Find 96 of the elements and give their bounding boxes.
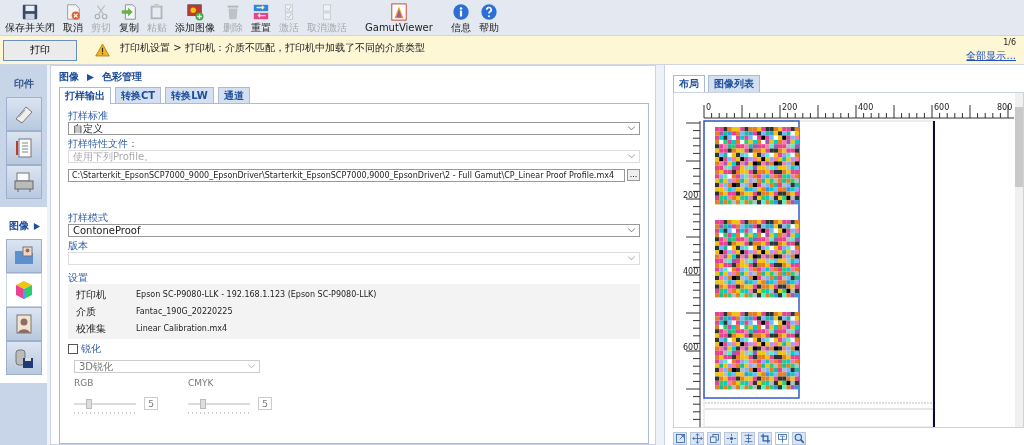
sidebar-button[interactable] xyxy=(6,341,42,375)
browse-button[interactable]: ... xyxy=(627,169,640,181)
tab[interactable]: 打样输出 xyxy=(59,87,111,104)
proof-standard-dropdown[interactable]: 自定义 xyxy=(68,122,640,135)
warning-icon xyxy=(95,43,110,57)
profile-path-field[interactable]: C:\Starterkit_EpsonSCP7000_9000_EpsonDriver\Starterkit_EpsonSCP7000,9000_EpsonDriver\2 - Full Gamut\CP_Linear Proof Profile.mx4 xyxy=(68,169,625,182)
zoom-icon xyxy=(793,433,805,444)
toolbar-button[interactable]: 重置 xyxy=(248,1,274,34)
breadcrumb-arrow-icon xyxy=(87,73,94,81)
checkbox-label[interactable]: 锐化 xyxy=(81,342,101,356)
save-disk-icon xyxy=(13,347,35,369)
color-cube-icon xyxy=(13,279,35,301)
setting-name: 介质 xyxy=(76,304,97,319)
toolbar-button[interactable]: 添加图像 xyxy=(172,1,218,34)
folder-photo-icon xyxy=(13,245,35,267)
gamut-chart-icon xyxy=(389,2,408,21)
tool-button[interactable] xyxy=(707,432,721,445)
slider-label: CMYK xyxy=(188,378,215,388)
sidebar-button[interactable] xyxy=(6,307,42,341)
setting-name: 打印机 xyxy=(76,287,107,302)
ruler-label: 0 xyxy=(706,103,712,112)
tool-button[interactable] xyxy=(741,432,755,445)
slider-value-field[interactable]: 5 xyxy=(258,397,272,410)
setting-value: Fantac_190G_20220225 xyxy=(136,307,233,316)
slider-value-field[interactable]: 5 xyxy=(144,397,158,410)
printer-icon xyxy=(13,171,35,193)
toolbar-button[interactable]: GamutViewer xyxy=(362,1,436,34)
scrollbar[interactable] xyxy=(1015,93,1023,427)
move-icon xyxy=(691,433,703,444)
breadcrumb-item[interactable]: 色彩管理 xyxy=(102,70,142,84)
breadcrumb-item[interactable]: 图像 xyxy=(59,70,79,84)
tab[interactable]: 转换LW xyxy=(165,87,214,103)
checkbox[interactable] xyxy=(68,344,78,354)
copy-frames-icon xyxy=(708,433,720,444)
proof-mode-dropdown[interactable]: ContoneProof xyxy=(68,224,640,237)
field-label: 打样模式 xyxy=(68,212,109,224)
field-label: 打样特性文件： xyxy=(68,138,139,150)
sidebar-button[interactable] xyxy=(6,131,42,165)
chevron-down-icon xyxy=(628,228,635,233)
ruler-label: 200 xyxy=(683,191,699,200)
ruler-label: 400 xyxy=(683,267,699,276)
add-image-icon xyxy=(186,2,204,21)
slider-thumb[interactable] xyxy=(85,398,92,409)
arrows-icon xyxy=(252,2,270,21)
chevron-down-icon xyxy=(628,126,635,131)
field-label: 打样标准 xyxy=(68,110,109,122)
tool-button[interactable] xyxy=(758,432,772,445)
toolbar-button[interactable]: 复制 xyxy=(116,1,142,34)
print-button[interactable]: 打印 xyxy=(3,39,77,61)
tool-button[interactable] xyxy=(724,432,738,445)
page-counter: 1/6 xyxy=(1003,37,1016,47)
sidebar-section-title[interactable]: 印件 xyxy=(14,77,34,91)
cancel-document-icon xyxy=(64,2,82,21)
ruler-label: 600 xyxy=(934,103,950,112)
warning-message: 打印机设置 > 打印机：介质不匹配，打印机中加载了不同的介质类型 xyxy=(120,41,425,55)
page-list-icon xyxy=(13,137,35,159)
tab[interactable]: 布局 xyxy=(673,75,705,92)
setting-name: 校准集 xyxy=(76,321,107,336)
tool-button[interactable] xyxy=(690,432,704,445)
info-icon xyxy=(451,2,470,21)
text-frame-icon xyxy=(776,433,788,444)
tab[interactable]: 图像列表 xyxy=(708,75,760,92)
portrait-icon xyxy=(13,313,35,335)
crop-icon xyxy=(759,433,771,444)
copy-document-icon xyxy=(120,2,138,21)
slider-label: RGB xyxy=(74,378,95,388)
toolbar-button[interactable]: 信息 xyxy=(447,1,474,34)
chevron-down-icon xyxy=(248,364,255,369)
setting-value: Linear Calibration.mx4 xyxy=(136,324,228,333)
align-icon xyxy=(742,433,754,444)
ruler-label: 600 xyxy=(683,343,699,352)
chevron-down-icon xyxy=(628,154,635,159)
slider-thumb[interactable] xyxy=(199,398,206,409)
field-label: 版本 xyxy=(68,240,89,252)
setting-value: Epson SC-P9080-LLK - 192.168.1.123 (Epson SC-P9080-LLK) xyxy=(136,290,377,299)
ruler-label: 200 xyxy=(782,103,798,112)
resize-icon xyxy=(674,433,686,444)
chevron-down-icon xyxy=(628,256,635,261)
selection-frame[interactable] xyxy=(703,120,800,399)
center-icon xyxy=(725,433,737,444)
show-all-link[interactable]: 全部显示... xyxy=(966,48,1016,63)
sharpen-mode-dropdown[interactable]: 3D锐化 xyxy=(74,360,260,373)
tab[interactable]: 通道 xyxy=(217,87,250,103)
sidebar-section-title[interactable]: 图像 xyxy=(8,219,29,233)
toolbar-button[interactable]: 取消 xyxy=(60,1,86,34)
toolbar-button[interactable]: 保存并关闭 xyxy=(2,1,58,34)
tab[interactable]: 转换CT xyxy=(115,87,162,103)
tool-button[interactable] xyxy=(792,432,806,445)
help-icon xyxy=(479,2,498,21)
tool-button[interactable] xyxy=(673,432,687,445)
tool-button[interactable] xyxy=(775,432,789,445)
ruler-label: 400 xyxy=(858,103,874,112)
sidebar-button[interactable] xyxy=(6,273,42,307)
ruler-label: 800 xyxy=(997,103,1013,112)
section-title: 设置 xyxy=(68,272,89,284)
toolbar-button[interactable]: 帮助 xyxy=(475,1,502,34)
